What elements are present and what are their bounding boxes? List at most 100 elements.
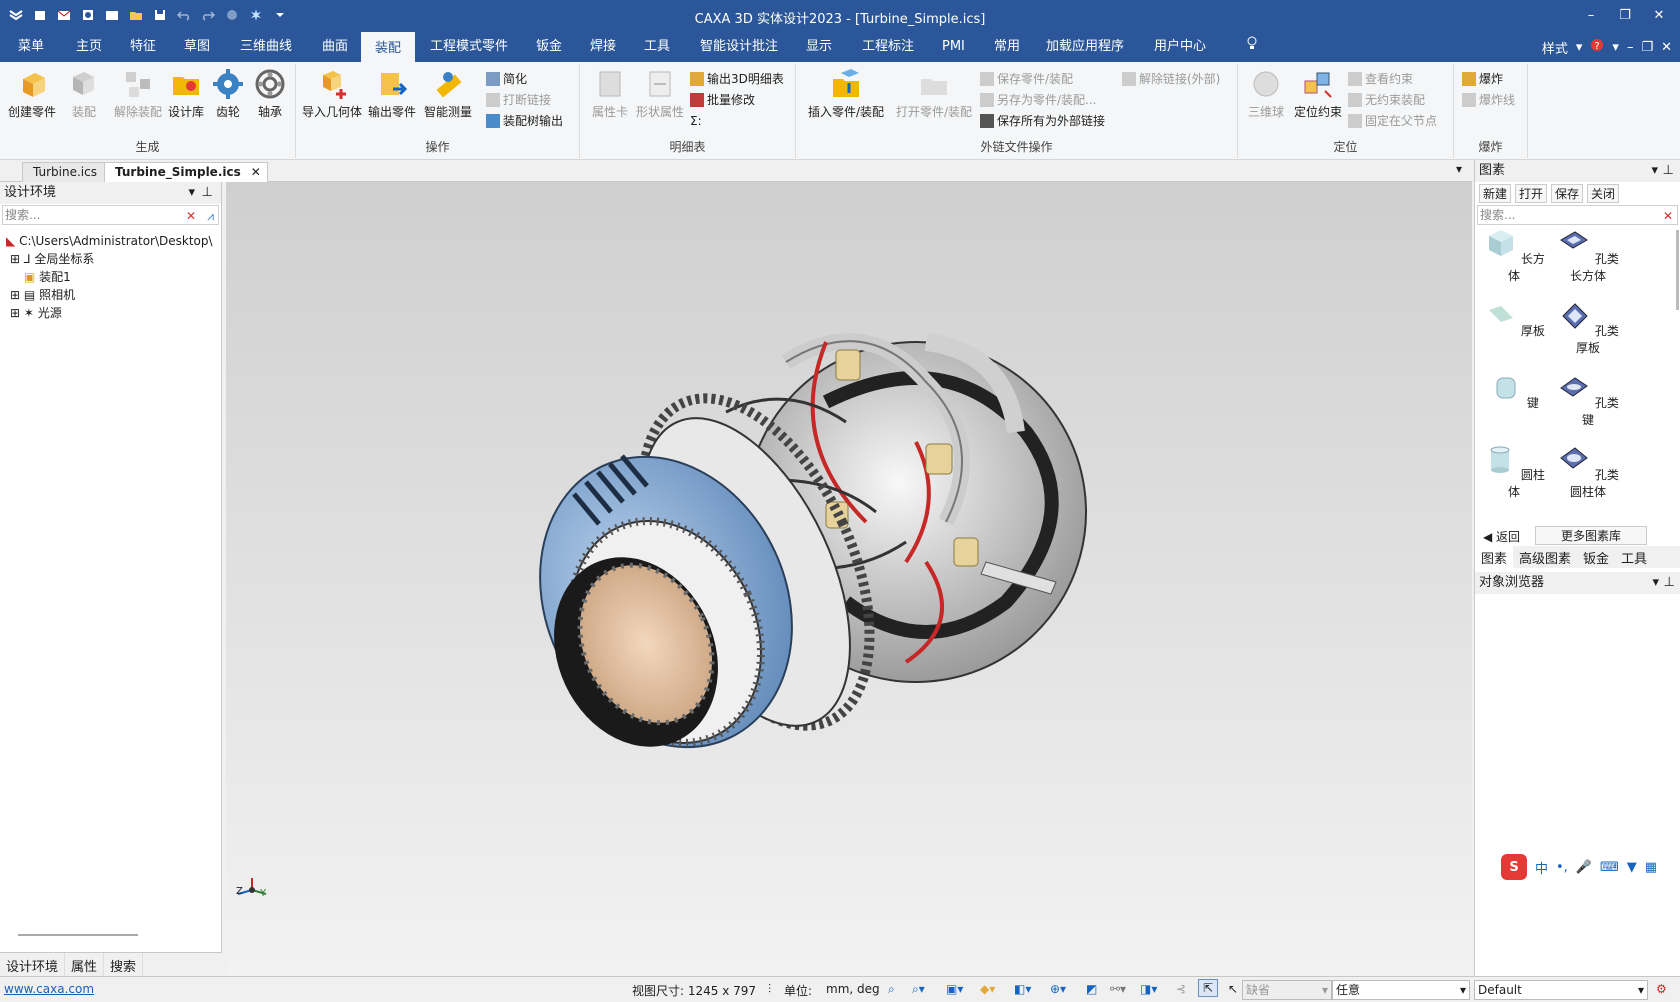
caxa-link[interactable]: www.caxa.com xyxy=(4,982,94,996)
turbine-model[interactable] xyxy=(226,182,1472,976)
tab-engineering-part[interactable]: 工程模式零件 xyxy=(420,32,518,62)
tab-feature[interactable]: 特征 xyxy=(120,32,166,62)
filter-combo-1[interactable]: 缺省 ▾ xyxy=(1242,980,1332,1000)
assembly-button[interactable]: 装配 xyxy=(60,67,108,120)
explode-line-button[interactable]: 爆炸线 xyxy=(1462,90,1515,110)
tree-item-camera[interactable]: ⊞ ▤ 照相机 xyxy=(0,286,221,304)
tab-sheet-metal-lib[interactable]: 钣金 xyxy=(1577,546,1615,568)
back-button[interactable]: ◀ 返回 xyxy=(1483,528,1520,545)
close-tab-icon[interactable]: ✕ xyxy=(251,163,261,181)
clear-search-icon[interactable]: ✕ xyxy=(186,207,196,225)
tab-surface[interactable]: 曲面 xyxy=(312,32,358,62)
microphone-icon[interactable]: 🎤 xyxy=(1576,860,1592,875)
chevron-down-icon[interactable]: ▾ xyxy=(1612,40,1619,55)
explode-button[interactable]: 爆炸 xyxy=(1462,69,1503,89)
save-all-external-links-button[interactable]: 保存所有为外部链接 xyxy=(980,111,1105,131)
tab-addins[interactable]: 加载应用程序 xyxy=(1036,32,1134,62)
primitive-plate[interactable]: 厚板 xyxy=(1479,298,1549,339)
doc-minimize-button[interactable]: – xyxy=(1627,40,1634,55)
ime-toolbar[interactable]: S 中 •, 🎤 ⌨ ▼ ▦ xyxy=(1501,854,1657,880)
break-link-button[interactable]: 打断链接 xyxy=(486,90,551,110)
panel-menu-icon[interactable]: ▾ xyxy=(1652,572,1659,594)
tab-tools[interactable]: 工具 xyxy=(634,32,680,62)
shape-property-button[interactable]: 形状属性 xyxy=(636,67,684,120)
doc-tab-turbine-simple[interactable]: Turbine_Simple.ics ✕ xyxy=(104,162,268,182)
close-button[interactable]: 关闭 xyxy=(1587,184,1620,203)
expand-icon[interactable]: ⊞ xyxy=(10,252,20,266)
primitive-hole-key[interactable]: 孔类键 xyxy=(1553,370,1623,428)
primitive-hole-cylinder[interactable]: 孔类圆柱体 xyxy=(1553,442,1623,500)
tab-pmi[interactable]: PMI xyxy=(932,32,975,62)
tab-design-env[interactable]: 设计环境 xyxy=(0,953,66,976)
fix-to-parent-button[interactable]: 固定在父节点 xyxy=(1348,111,1437,131)
create-part-button[interactable]: 创建零件 xyxy=(8,67,56,120)
3d-viewport[interactable]: Z Y xyxy=(226,182,1472,976)
horizontal-scrollbar[interactable] xyxy=(18,934,138,936)
lightbulb-icon[interactable] xyxy=(1236,32,1268,62)
smart-measure-button[interactable]: 智能测量 xyxy=(424,67,472,120)
tab-home[interactable]: 主页 xyxy=(66,32,112,62)
ime-language-icon[interactable]: 中 xyxy=(1535,858,1548,877)
primitive-hole-box[interactable]: 孔类长方体 xyxy=(1553,226,1623,284)
tree-root[interactable]: ◣ C:\Users\Administrator\Desktop\ xyxy=(0,232,221,250)
property-card-button[interactable]: 属性卡 xyxy=(586,67,634,120)
close-window-button[interactable]: ✕ xyxy=(1644,4,1674,28)
new-button[interactable]: 新建 xyxy=(1479,184,1512,203)
import-geometry-button[interactable]: 导入几何体 xyxy=(302,67,362,120)
tab-user-center[interactable]: 用户中心 xyxy=(1144,32,1216,62)
keyboard-icon[interactable]: ⌨ xyxy=(1600,860,1619,875)
filter-icon[interactable]: ⩘ xyxy=(207,207,214,225)
tab-display[interactable]: 显示 xyxy=(796,32,842,62)
panel-menu-icon[interactable]: ▾ xyxy=(188,182,195,204)
pick-filter-icon[interactable]: ⊰ xyxy=(1176,982,1186,996)
tabs-dropdown-icon[interactable]: ▾ xyxy=(1456,162,1462,176)
unit-value[interactable]: mm, deg xyxy=(826,982,880,996)
grid-menu-icon[interactable]: ▦ xyxy=(1645,860,1657,875)
tab-welding[interactable]: 焊接 xyxy=(580,32,626,62)
ime-punctuation-icon[interactable]: •, xyxy=(1556,860,1568,875)
minimize-button[interactable]: – xyxy=(1576,4,1606,28)
primitive-key[interactable]: 键 xyxy=(1479,370,1549,411)
style-menu[interactable]: 样式 xyxy=(1542,38,1568,57)
tab-tools-lib[interactable]: 工具 xyxy=(1615,546,1653,568)
simplify-button[interactable]: 简化 xyxy=(486,69,527,89)
insert-part-assembly-button[interactable]: 插入零件/装配 xyxy=(804,67,888,120)
tab-primitives[interactable]: 图素 xyxy=(1475,546,1514,568)
3d-sphere-button[interactable]: 三维球 xyxy=(1242,67,1290,120)
design-library-button[interactable]: 设计库 xyxy=(162,67,210,120)
pin-icon[interactable]: ⊥ xyxy=(202,182,213,204)
select-cursor-icon[interactable]: ⇱ xyxy=(1198,979,1219,997)
bearing-button[interactable]: 轴承 xyxy=(246,67,294,120)
tab-sketch[interactable]: 草图 xyxy=(174,32,220,62)
clear-search-icon[interactable]: ✕ xyxy=(1663,207,1673,225)
unlink-external-button[interactable]: 解除链接(外部) xyxy=(1122,69,1220,89)
panel-menu-icon[interactable]: ▾ xyxy=(1651,160,1658,182)
tab-smart-annotation[interactable]: 智能设计批注 xyxy=(690,32,788,62)
export-part-button[interactable]: 输出零件 xyxy=(368,67,416,120)
tree-item-assembly[interactable]: ▣ 装配1 xyxy=(0,268,221,286)
tab-search[interactable]: 搜索 xyxy=(104,953,144,976)
view-orientation-icon[interactable]: ▣▾ xyxy=(946,982,963,996)
box-view-icon[interactable]: ◩ xyxy=(1086,982,1097,996)
tab-common[interactable]: 常用 xyxy=(984,32,1030,62)
more-primitives-button[interactable]: 更多图素库 xyxy=(1535,526,1647,545)
save-as-part-assembly-button[interactable]: 另存为零件/装配... xyxy=(980,90,1097,110)
tab-menu[interactable]: 菜单 xyxy=(8,32,54,62)
assembly-tree-output-button[interactable]: 装配树输出 xyxy=(486,111,563,131)
open-part-assembly-button[interactable]: 打开零件/装配 xyxy=(892,67,976,120)
style-combo[interactable]: Default ▾ xyxy=(1474,980,1648,1000)
chevron-down-icon[interactable]: ▾ xyxy=(1576,40,1583,55)
save-button[interactable]: 保存 xyxy=(1551,184,1584,203)
constraint-view-icon[interactable]: ⚯▾ xyxy=(1110,982,1126,996)
pin-icon[interactable]: ⊥ xyxy=(1663,160,1674,182)
status-tool-icon[interactable]: ⚙ xyxy=(1656,982,1667,996)
help-icon[interactable]: ? xyxy=(1590,38,1604,56)
unconstrained-assembly-button[interactable]: 无约束装配 xyxy=(1348,90,1425,110)
restore-button[interactable]: ❐ xyxy=(1610,4,1640,28)
section-icon[interactable]: ⊕▾ xyxy=(1050,982,1066,996)
primitive-cylinder[interactable]: 圆柱体 xyxy=(1479,442,1549,500)
tab-assembly[interactable]: 装配 xyxy=(361,32,415,62)
tab-engineering-dim[interactable]: 工程标注 xyxy=(852,32,924,62)
pointer-icon[interactable]: ↖ xyxy=(1228,982,1238,996)
expand-icon[interactable]: ⊞ xyxy=(10,288,20,302)
